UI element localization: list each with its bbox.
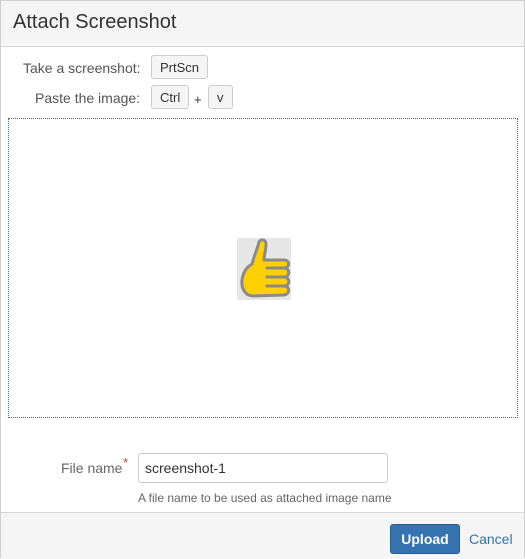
required-marker: * [123, 455, 129, 470]
dialog-header: Attach Screenshot [1, 1, 524, 47]
pasted-image-preview [237, 238, 291, 300]
paste-drop-area[interactable] [8, 118, 518, 418]
attach-screenshot-dialog: Attach Screenshot Take a screenshot: Prt… [0, 0, 525, 559]
take-screenshot-label: Take a screenshot: [23, 60, 141, 76]
upload-button[interactable]: Upload [390, 524, 460, 554]
cancel-link[interactable]: Cancel [469, 531, 513, 547]
dialog-footer: Upload Cancel [1, 512, 524, 559]
dialog-title: Attach Screenshot [13, 11, 177, 33]
file-name-input[interactable] [138, 453, 388, 483]
plus-sign: + [194, 92, 202, 107]
thumbs-up-icon [240, 238, 291, 298]
file-name-label: File name [61, 460, 123, 476]
paste-image-label: Paste the image: [35, 90, 141, 106]
file-name-help: A file name to be used as attached image… [138, 491, 392, 505]
ctrl-key: Ctrl [151, 85, 190, 109]
prtscn-key: PrtScn [151, 55, 209, 79]
v-key: v [208, 85, 233, 109]
